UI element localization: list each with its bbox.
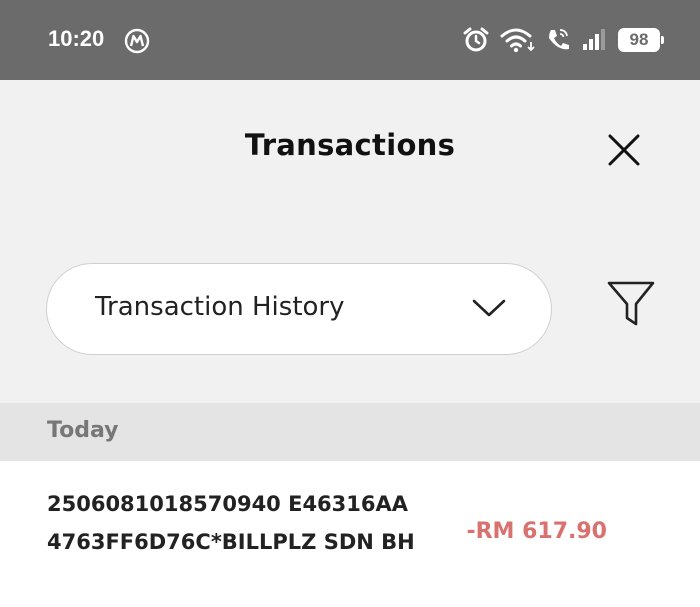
battery-icon: 98 bbox=[618, 28, 664, 52]
section-label: Today bbox=[47, 418, 119, 443]
transaction-type-dropdown[interactable]: Transaction History bbox=[46, 263, 552, 355]
motorola-logo-icon bbox=[124, 28, 150, 54]
transaction-description: 2506081018570940 E46316AA 4763FF6D76C*BI… bbox=[47, 492, 415, 554]
wifi-icon bbox=[500, 28, 535, 53]
dropdown-selected-value: Transaction History bbox=[95, 292, 345, 322]
section-header-today: Today bbox=[0, 403, 700, 461]
signal-icon bbox=[583, 29, 605, 50]
alarm-icon bbox=[463, 27, 489, 52]
transaction-amount: -RM 617.90 bbox=[466, 519, 607, 544]
status-icons: 98 bbox=[462, 24, 664, 56]
close-icon[interactable] bbox=[604, 130, 644, 170]
wifi-calling-icon bbox=[549, 29, 569, 50]
status-bar: 10:20 98 bbox=[0, 0, 700, 80]
chevron-down-icon bbox=[472, 299, 506, 317]
status-time: 10:20 bbox=[48, 26, 105, 51]
page-title: Transactions bbox=[244, 128, 456, 162]
filter-icon[interactable] bbox=[606, 278, 656, 330]
transaction-list: 2506081018570940 E46316AA 4763FF6D76C*BI… bbox=[0, 461, 700, 607]
transaction-row[interactable]: 2506081018570940 E46316AA 4763FF6D76C*BI… bbox=[0, 461, 700, 607]
